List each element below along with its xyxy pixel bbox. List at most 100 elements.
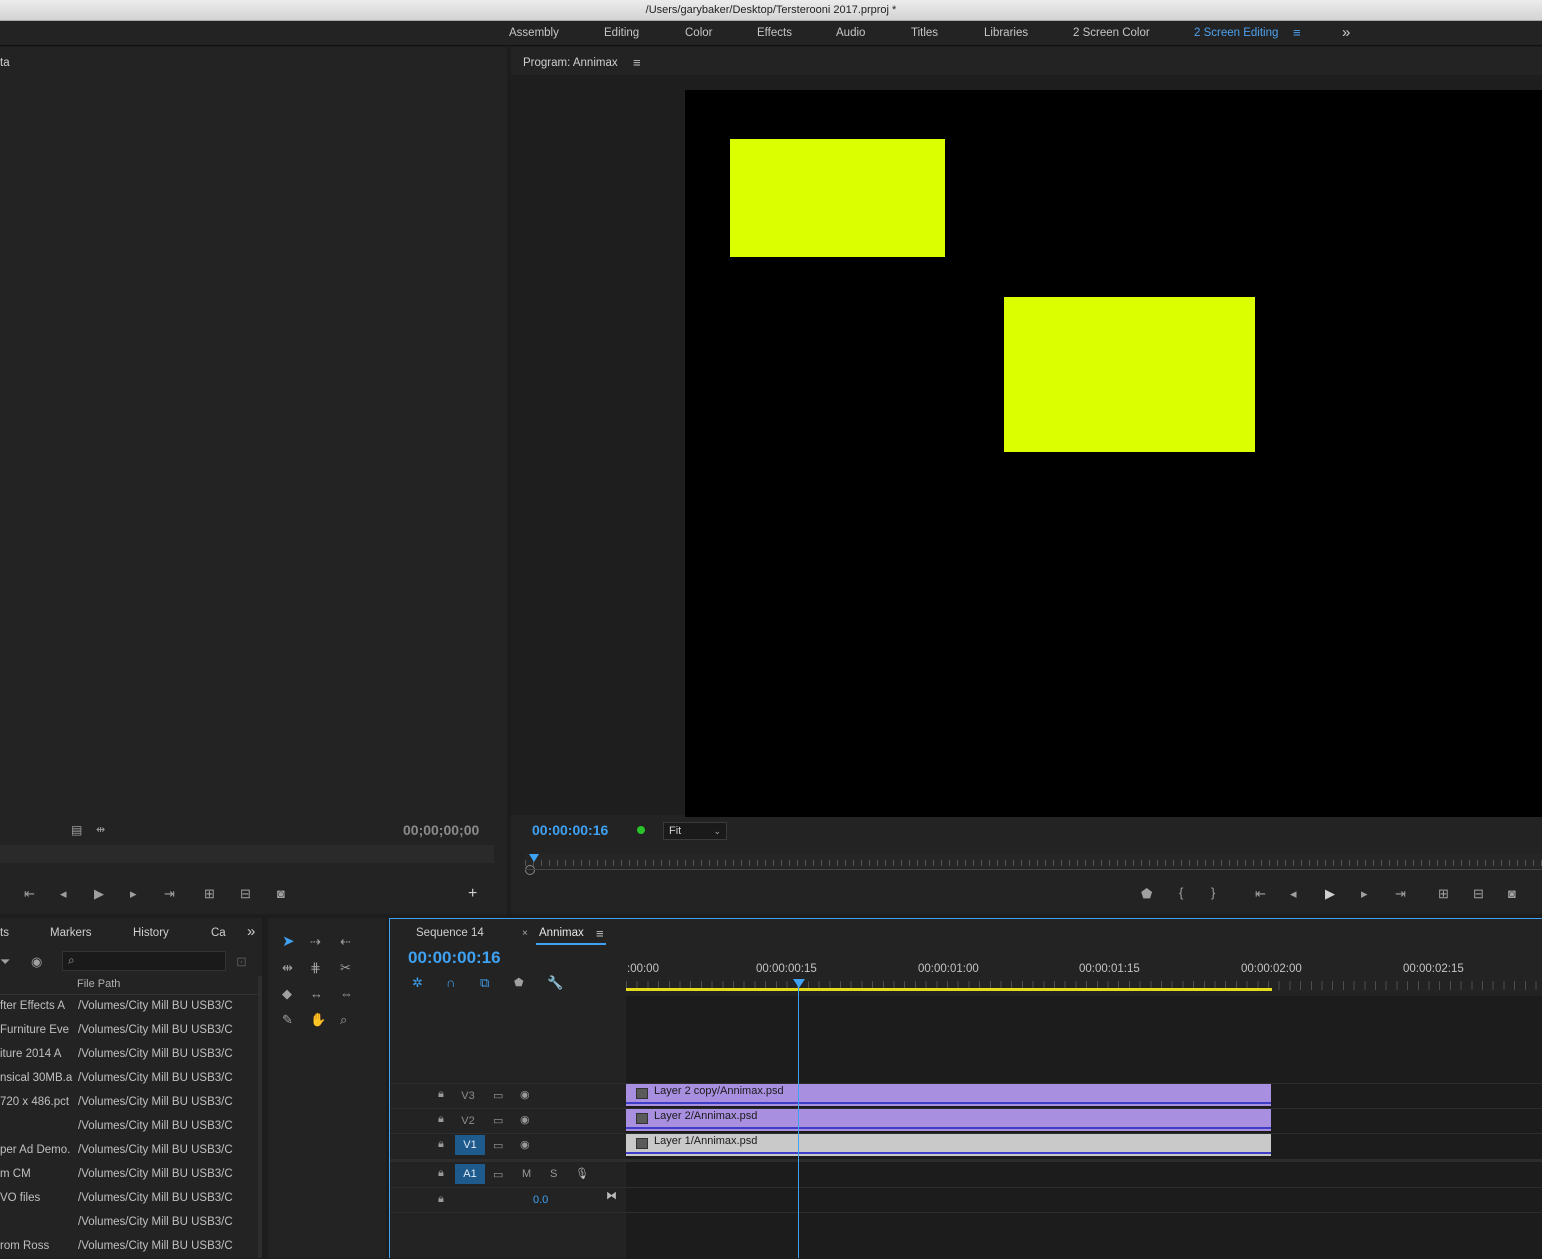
workspace-tab-2-screen-editing[interactable]: 2 Screen Editing	[1194, 21, 1278, 45]
microphone-icon[interactable]: 🎙︎	[575, 1167, 589, 1180]
column-header-file-path[interactable]: File Path	[77, 978, 120, 990]
eye-icon[interactable]: ◉	[520, 1138, 530, 1151]
camera-icon[interactable]: ◙	[277, 887, 285, 901]
list-item[interactable]: iture 2014 A/Volumes/City Mill BU USB3/C	[0, 1043, 258, 1067]
toggle-sync-icon[interactable]: ▭	[493, 1168, 503, 1181]
selection-tool-icon[interactable]: ➤	[282, 934, 295, 949]
tab-history[interactable]: History	[133, 927, 169, 939]
double-chevron-right-icon[interactable]: »	[1342, 21, 1350, 45]
workspace-tab-titles[interactable]: Titles	[911, 21, 938, 45]
double-chevron-right-icon[interactable]: »	[247, 923, 255, 940]
workspace-tab-audio[interactable]: Audio	[836, 21, 865, 45]
tab-captions[interactable]: Ca	[211, 927, 226, 939]
lock-icon[interactable]: 🔒︎	[438, 1113, 444, 1126]
solo-button[interactable]: S	[550, 1168, 557, 1180]
list-item[interactable]: fter Effects A/Volumes/City Mill BU USB3…	[0, 995, 258, 1019]
list-item[interactable]: nsical 30MB.a/Volumes/City Mill BU USB3/…	[0, 1067, 258, 1091]
master-volume[interactable]: 0.0	[533, 1194, 548, 1206]
work-area-bar[interactable]	[626, 988, 1272, 991]
lock-icon[interactable]: 🔒︎	[438, 1193, 444, 1206]
timeline-playhead-line[interactable]	[798, 984, 799, 1258]
zoom-handle-icon[interactable]	[525, 865, 535, 875]
add-marker-icon[interactable]: ⬟	[1141, 887, 1152, 901]
play-icon[interactable]: ▶	[1325, 887, 1335, 901]
source-timecode[interactable]: 00;00;00;00	[403, 822, 479, 838]
track-label-v3[interactable]: V3	[453, 1086, 483, 1106]
add-marker-icon[interactable]: ⬟	[514, 976, 524, 990]
mark-in-icon[interactable]: {	[1179, 886, 1183, 900]
overwrite-icon[interactable]: ⊟	[240, 887, 251, 901]
list-item[interactable]: /Volumes/City Mill BU USB3/C	[0, 1211, 258, 1235]
insert-icon[interactable]: ⊞	[204, 887, 215, 901]
workspace-menu-icon[interactable]: ≡	[1293, 21, 1301, 45]
project-scrollbar[interactable]	[258, 976, 262, 1258]
timeline-playhead[interactable]	[793, 979, 805, 988]
workspace-tab-assembly[interactable]: Assembly	[509, 21, 559, 45]
step-back-icon[interactable]: ◂	[60, 887, 67, 901]
slip-tool-icon[interactable]: ↔	[310, 987, 323, 1001]
slide-tool-icon[interactable]: ⇔	[340, 987, 353, 1001]
track-label-v1[interactable]: V1	[455, 1135, 485, 1155]
play-icon[interactable]: ▶	[94, 887, 104, 901]
program-monitor-title[interactable]: Program: Annimax	[523, 57, 618, 69]
extract-icon[interactable]: ⊟	[1473, 887, 1484, 901]
workspace-tab-editing[interactable]: Editing	[604, 21, 639, 45]
go-to-in-icon[interactable]: ⇤	[24, 887, 35, 901]
drag-video-icon[interactable]: ▤	[71, 823, 82, 837]
zoom-scroll-bar[interactable]	[525, 869, 1542, 870]
panel-menu-icon[interactable]: ≡	[633, 55, 641, 70]
hand-tool-icon[interactable]: ✋	[310, 1013, 326, 1027]
timeline-clip[interactable]: Layer 1/Annimax.psd	[626, 1134, 1271, 1156]
list-item[interactable]: 720 x 486.pct/Volumes/City Mill BU USB3/…	[0, 1091, 258, 1115]
tab-annimax[interactable]: Annimax	[539, 927, 584, 939]
zoom-select[interactable]: Fit ⌄	[663, 822, 727, 840]
lock-icon[interactable]: 🔒︎	[438, 1088, 444, 1101]
workspace-tab-libraries[interactable]: Libraries	[984, 21, 1028, 45]
go-to-in-icon[interactable]: ⇤	[1255, 887, 1266, 901]
add-button-icon[interactable]: +	[468, 886, 477, 902]
razor-icon[interactable]: ✂	[340, 961, 351, 975]
nest-icon[interactable]: ✲	[412, 976, 423, 990]
lock-icon[interactable]: 🔒︎	[438, 1167, 444, 1180]
program-timecode[interactable]: 00:00:00:16	[532, 822, 608, 838]
timeline-timecode[interactable]: 00:00:00:16	[408, 948, 501, 968]
close-icon[interactable]: ×	[522, 928, 528, 939]
drag-audio-icon[interactable]: ⇹	[96, 823, 105, 837]
tab-markers[interactable]: Markers	[50, 927, 92, 939]
mute-button[interactable]: M	[522, 1168, 531, 1180]
workspace-tab-effects[interactable]: Effects	[757, 21, 792, 45]
lift-icon[interactable]: ⊞	[1438, 887, 1449, 901]
track-label-a1[interactable]: A1	[455, 1164, 485, 1184]
snap-icon[interactable]: ∩	[446, 976, 455, 990]
linked-selection-icon[interactable]: ⧉	[480, 976, 489, 990]
search-input[interactable]: ⌕	[62, 951, 226, 971]
filter-icon[interactable]: ⏷	[0, 955, 10, 969]
list-item[interactable]: Furniture Eve/Volumes/City Mill BU USB3/…	[0, 1019, 258, 1043]
wrench-icon[interactable]: 🔧	[547, 976, 563, 990]
rate-stretch-icon[interactable]: ⋕	[310, 961, 321, 975]
timeline-clip[interactable]: Layer 2 copy/Annimax.psd	[626, 1084, 1271, 1106]
workspace-tab-2-screen-color[interactable]: 2 Screen Color	[1073, 21, 1150, 45]
mark-out-icon[interactable]: }	[1211, 886, 1215, 900]
track-select-icon[interactable]: ⇢	[310, 935, 321, 949]
step-back-icon[interactable]: ◂	[1290, 887, 1297, 901]
new-bin-icon[interactable]: ⊡	[236, 955, 247, 969]
eye-icon[interactable]: ◉	[520, 1088, 530, 1101]
toggle-sync-icon[interactable]: ▭	[493, 1114, 503, 1127]
go-to-edit-icon[interactable]: ⧓	[606, 1189, 617, 1202]
timeline-clip[interactable]: Layer 2/Annimax.psd	[626, 1109, 1271, 1131]
rolling-edit-icon[interactable]: ⇹	[282, 961, 293, 975]
program-playhead[interactable]	[529, 854, 539, 862]
toggle-sync-icon[interactable]: ▭	[493, 1139, 503, 1152]
list-item[interactable]: VO files/Volumes/City Mill BU USB3/C	[0, 1187, 258, 1211]
step-forward-icon[interactable]: ▸	[130, 887, 137, 901]
step-forward-icon[interactable]: ▸	[1361, 887, 1368, 901]
list-item[interactable]: rom Ross/Volumes/City Mill BU USB3/C	[0, 1235, 258, 1259]
list-item[interactable]: /Volumes/City Mill BU USB3/C	[0, 1115, 258, 1139]
pen-tool-icon[interactable]: ◆	[282, 987, 292, 1001]
pen-icon[interactable]: ✎	[282, 1013, 293, 1027]
list-item[interactable]: per Ad Demo. /Volumes/City Mill BU USB3/C	[0, 1139, 258, 1163]
track-label-v2[interactable]: V2	[453, 1111, 483, 1131]
workspace-tab-color[interactable]: Color	[685, 21, 712, 45]
eye-icon[interactable]: ◉	[31, 955, 42, 969]
